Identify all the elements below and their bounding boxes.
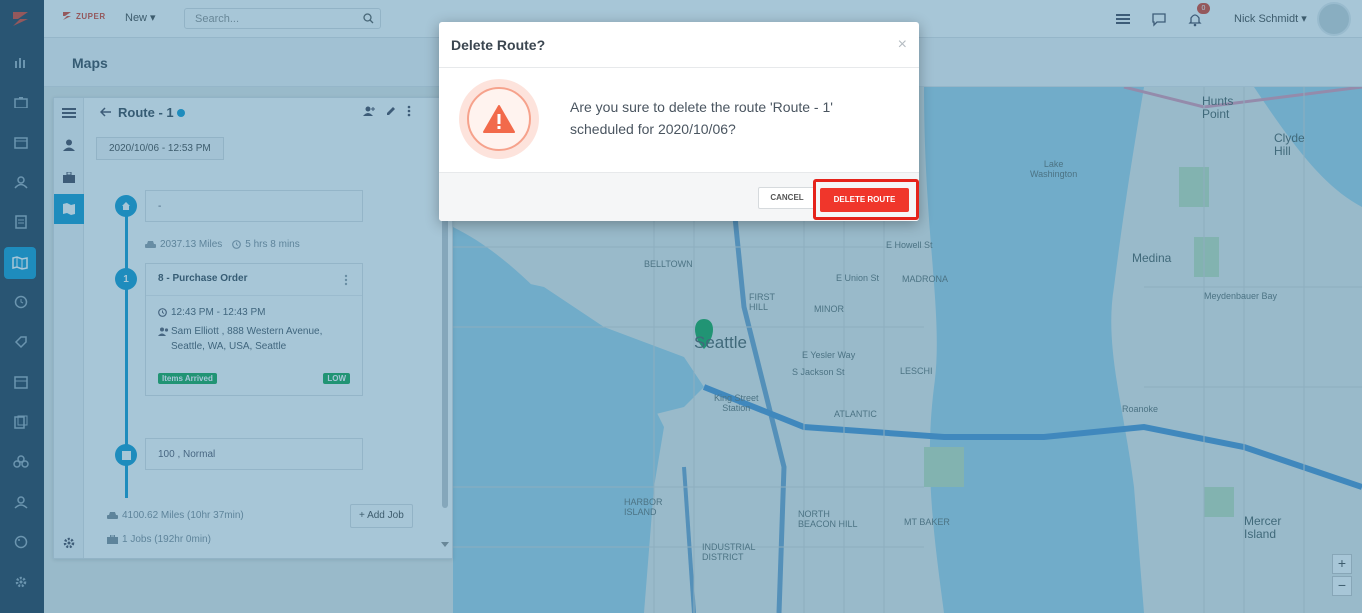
warning-badge bbox=[459, 79, 539, 159]
warning-triangle-icon bbox=[483, 105, 515, 133]
dialog-message: Are you sure to delete the route 'Route … bbox=[570, 99, 833, 137]
dialog-title: Delete Route? bbox=[451, 37, 546, 53]
warning-badge-inner bbox=[467, 87, 531, 151]
dialog-header: Delete Route? × bbox=[439, 22, 919, 68]
close-icon[interactable]: × bbox=[898, 36, 907, 54]
delete-route-button[interactable]: DELETE ROUTE bbox=[820, 188, 909, 212]
cancel-button[interactable]: CANCEL bbox=[758, 187, 816, 209]
delete-route-highlight: DELETE ROUTE bbox=[813, 179, 919, 220]
dialog-footer: CANCEL DELETE ROUTE bbox=[439, 172, 919, 221]
delete-route-dialog: Delete Route? × Are you sure to delete t… bbox=[439, 22, 919, 221]
